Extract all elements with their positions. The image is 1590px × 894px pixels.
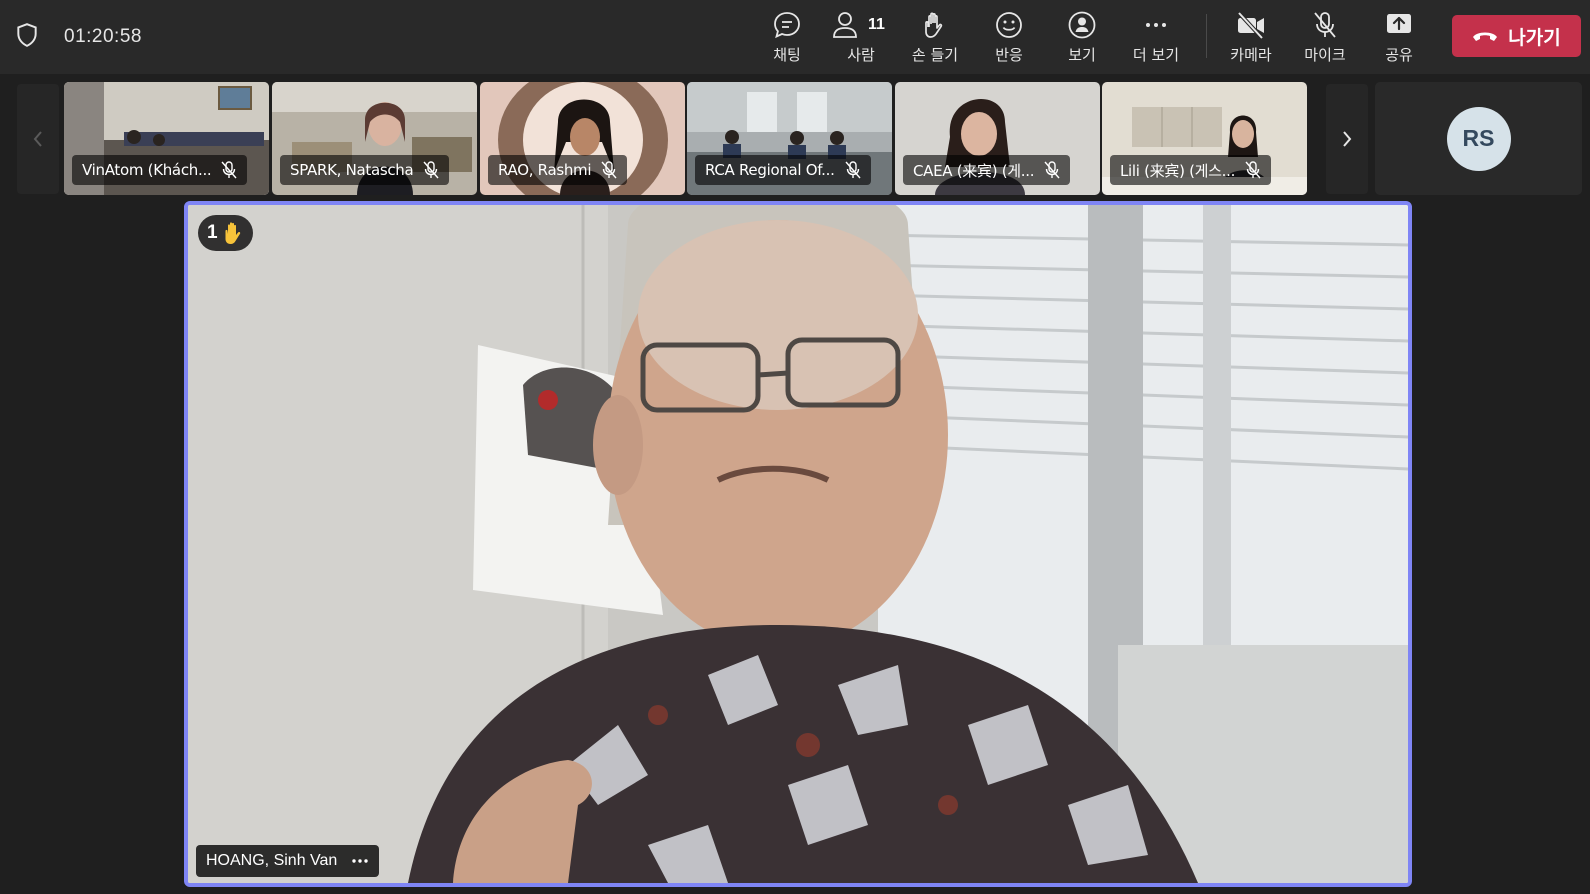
speaker-name: HOANG, Sinh Van [206, 852, 338, 869]
participant-nameplate: VinAtom (Khách... [72, 155, 248, 185]
camera-off-icon [1237, 11, 1264, 40]
participant-tile[interactable]: Lili (来宾) (게스... [1102, 82, 1307, 195]
strip-prev-button[interactable] [17, 84, 59, 194]
more-button[interactable]: 더 보기 [1121, 8, 1191, 68]
mic-off-icon [1314, 12, 1336, 38]
participant-avatar-tile[interactable]: RS [1375, 82, 1582, 195]
people-button[interactable]: 11 사람 [826, 8, 896, 68]
mic-off-icon [845, 161, 861, 179]
participant-name: RAO, Rashmi [498, 161, 592, 179]
meeting-timer: 01:20:58 [64, 26, 142, 47]
people-label: 사람 [847, 46, 875, 64]
more-options-icon[interactable] [351, 858, 369, 864]
people-count: 11 [868, 16, 885, 33]
participant-name: CAEA (来宾) (게... [913, 161, 1035, 180]
participant-name: SPARK, Natascha [290, 161, 414, 179]
participant-nameplate: Lili (来宾) (게스... [1110, 155, 1272, 185]
speaker-nameplate: HOANG, Sinh Van [196, 845, 380, 877]
main-video-stage[interactable]: 1 HOANG, Sinh Van [184, 201, 1412, 887]
chat-icon [774, 12, 800, 39]
leave-label: 나가기 [1508, 26, 1561, 49]
raised-hand-icon [225, 222, 240, 244]
share-label: 공유 [1385, 46, 1413, 64]
hang-up-icon [1473, 32, 1498, 41]
participant-tile[interactable]: RCA Regional Of... [687, 82, 892, 195]
chevron-right-icon [1343, 131, 1352, 147]
mic-label: 마이크 [1304, 46, 1346, 64]
participant-name: RCA Regional Of... [705, 161, 835, 179]
strip-next-button[interactable] [1326, 84, 1368, 194]
chat-label: 채팅 [773, 46, 801, 64]
participant-tile[interactable]: VinAtom (Khách... [64, 82, 269, 195]
mic-off-icon [221, 161, 237, 179]
participant-nameplate: RCA Regional Of... [695, 155, 871, 185]
camera-button[interactable]: 카메라 [1216, 8, 1286, 68]
raised-hands-count: 1 [207, 222, 218, 243]
share-button[interactable]: 공유 [1364, 8, 1434, 68]
shield-icon[interactable] [14, 22, 40, 48]
leave-button[interactable]: 나가기 [1452, 15, 1581, 57]
participant-name: Lili (来宾) (게스... [1120, 161, 1236, 180]
raised-hands-badge: 1 [198, 215, 253, 251]
avatar: RS [1446, 106, 1511, 171]
mic-off-icon [423, 161, 439, 179]
react-label: 반응 [995, 46, 1023, 64]
participant-nameplate: CAEA (来宾) (게... [903, 155, 1071, 185]
view-label: 보기 [1068, 46, 1096, 64]
chat-button[interactable]: 채팅 [752, 8, 822, 68]
toolbar-divider [1206, 14, 1207, 58]
mic-button[interactable]: 마이크 [1290, 8, 1360, 68]
mic-off-icon [1245, 161, 1261, 179]
smiley-icon [996, 12, 1022, 38]
camera-label: 카메라 [1230, 46, 1272, 64]
more-label: 더 보기 [1132, 46, 1180, 64]
person-icon [833, 12, 857, 38]
react-button[interactable]: 반응 [974, 8, 1044, 68]
view-icon [1068, 11, 1096, 39]
more-icon [1146, 23, 1166, 27]
participant-strip: VinAtom (Khách... SPARK, Natascha RAO, R… [0, 80, 1590, 195]
participant-name: VinAtom (Khách... [82, 161, 212, 179]
mic-off-icon [601, 161, 617, 179]
raise-hand-button[interactable]: 손 들기 [900, 8, 970, 68]
share-icon [1387, 14, 1411, 33]
raise-hand-icon [925, 12, 943, 38]
participant-tile[interactable]: SPARK, Natascha [272, 82, 477, 195]
participant-nameplate: SPARK, Natascha [280, 155, 450, 185]
participant-tile[interactable]: RAO, Rashmi [480, 82, 685, 195]
meeting-toolbar: 01:20:58 채팅 11 사람 손 들기 반응 보기 더 보기 카메라 마이… [0, 0, 1590, 74]
chevron-left-icon [33, 131, 42, 147]
raise-hand-label: 손 들기 [911, 46, 959, 64]
participant-tile[interactable]: CAEA (来宾) (게... [895, 82, 1100, 195]
view-button[interactable]: 보기 [1047, 8, 1117, 68]
mic-off-icon [1044, 161, 1060, 179]
participant-nameplate: RAO, Rashmi [488, 155, 628, 185]
speaker-video-feed [188, 205, 1408, 883]
